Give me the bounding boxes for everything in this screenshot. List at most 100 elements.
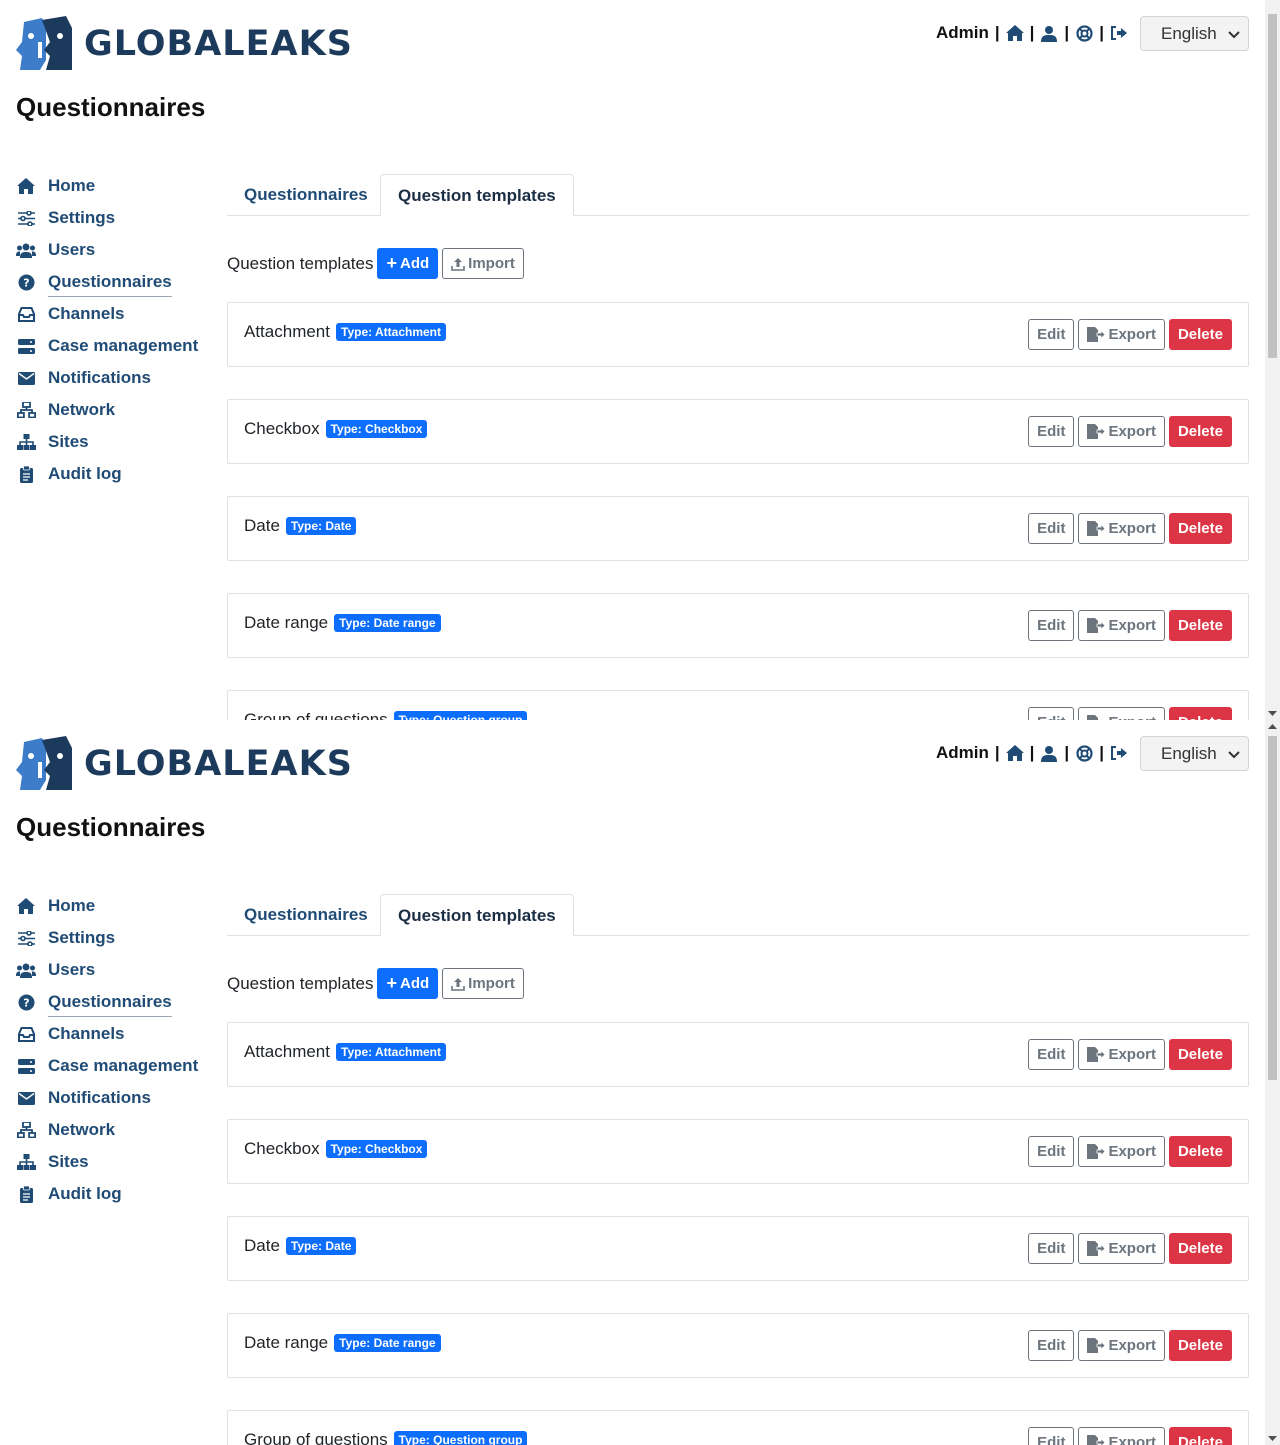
edit-button[interactable]: Edit <box>1028 513 1075 544</box>
delete-button[interactable]: Delete <box>1168 319 1232 350</box>
edit-button[interactable]: Edit <box>1028 1039 1075 1070</box>
home-icon[interactable] <box>1005 24 1024 42</box>
tab-question-templates[interactable]: Question templates <box>380 894 574 936</box>
sidebar-item-label: Sites <box>48 432 89 451</box>
edit-button[interactable]: Edit <box>1028 1330 1075 1361</box>
sidebar-item-network[interactable]: Network <box>16 394 216 426</box>
user-icon[interactable] <box>1040 744 1058 762</box>
delete-button[interactable]: Delete <box>1168 513 1232 544</box>
sidebar-item-notifications[interactable]: Notifications <box>16 1082 216 1114</box>
export-button[interactable]: Export <box>1078 707 1165 720</box>
template-name: Date range <box>244 1333 329 1352</box>
sidebar-item-label: Sites <box>48 1152 89 1171</box>
tab-questionnaires[interactable]: Questionnaires <box>227 894 385 936</box>
scroll-down-arrow-icon[interactable] <box>1268 708 1277 718</box>
file-export-icon <box>1087 424 1106 439</box>
scroll-up-arrow-icon[interactable] <box>1268 722 1277 732</box>
edit-button[interactable]: Edit <box>1028 707 1075 720</box>
delete-button[interactable]: Delete <box>1168 610 1232 641</box>
sidebar-item-users[interactable]: Users <box>16 234 216 266</box>
logout-icon[interactable] <box>1110 744 1128 762</box>
sidebar-item-label: Notifications <box>48 1088 151 1107</box>
tab-question-templates[interactable]: Question templates <box>380 174 574 216</box>
template-name: Date <box>244 1236 280 1255</box>
edit-button[interactable]: Edit <box>1028 319 1075 350</box>
question-templates-header: Question templates + Add Import <box>227 968 524 999</box>
sidebar-item-label: Questionnaires <box>48 272 172 297</box>
delete-button[interactable]: Delete <box>1168 1136 1232 1167</box>
sidebar-item-channels[interactable]: Channels <box>16 1018 216 1050</box>
export-button[interactable]: Export <box>1078 1039 1165 1070</box>
sidebar-item-users[interactable]: Users <box>16 954 216 986</box>
admin-label: Admin <box>936 23 989 42</box>
user-icon[interactable] <box>1040 24 1058 42</box>
sidebar-item-audit-log[interactable]: Audit log <box>16 458 216 490</box>
edit-button[interactable]: Edit <box>1028 610 1075 641</box>
language-select[interactable]: English <box>1140 16 1249 51</box>
language-select[interactable]: English <box>1140 736 1249 771</box>
section-title: Question templates <box>227 253 374 273</box>
import-button[interactable]: Import <box>442 968 524 999</box>
scrollbar-thumb[interactable] <box>1268 14 1277 358</box>
export-button[interactable]: Export <box>1078 513 1165 544</box>
sidebar-item-notifications[interactable]: Notifications <box>16 362 216 394</box>
export-button[interactable]: Export <box>1078 319 1165 350</box>
sidebar-item-network[interactable]: Network <box>16 1114 216 1146</box>
import-button[interactable]: Import <box>442 248 524 279</box>
delete-button[interactable]: Delete <box>1168 1427 1232 1445</box>
plus-icon: + <box>386 253 397 273</box>
file-export-icon <box>1087 1047 1106 1062</box>
delete-button[interactable]: Delete <box>1168 707 1232 720</box>
question-circle-icon: ? <box>16 994 36 1011</box>
logo-text: GLOBALEAKS <box>84 744 353 784</box>
scrollbar[interactable] <box>1265 0 1280 720</box>
edit-button[interactable]: Edit <box>1028 1136 1075 1167</box>
sidebar-item-sites[interactable]: Sites <box>16 426 216 458</box>
scrollbar[interactable] <box>1265 720 1280 1445</box>
template-name: Checkbox <box>244 1139 320 1158</box>
type-badge: Type: Date range <box>334 1334 441 1352</box>
delete-button[interactable]: Delete <box>1168 1233 1232 1264</box>
export-button[interactable]: Export <box>1078 610 1165 641</box>
add-button[interactable]: + Add <box>377 248 439 279</box>
export-button[interactable]: Export <box>1078 1233 1165 1264</box>
sidebar-item-questionnaires[interactable]: ? Questionnaires <box>16 986 216 1018</box>
sidebar-item-case-management[interactable]: Case management <box>16 1050 216 1082</box>
sidebar-item-settings[interactable]: Settings <box>16 202 216 234</box>
sidebar-item-audit-log[interactable]: Audit log <box>16 1178 216 1210</box>
export-button[interactable]: Export <box>1078 1136 1165 1167</box>
scrollbar-thumb[interactable] <box>1268 736 1277 1080</box>
edit-button[interactable]: Edit <box>1028 1233 1075 1264</box>
sidebar-item-home[interactable]: Home <box>16 170 216 202</box>
sidebar-item-questionnaires[interactable]: ? Questionnaires <box>16 266 216 298</box>
sidebar-item-sites[interactable]: Sites <box>16 1146 216 1178</box>
sidebar-item-home[interactable]: Home <box>16 890 216 922</box>
logout-icon[interactable] <box>1110 24 1128 42</box>
sitemap-icon <box>16 1154 36 1170</box>
sidebar: Home Settings Users ? Questionnaires Cha… <box>16 170 216 490</box>
lifebuoy-icon[interactable] <box>1075 24 1093 42</box>
delete-button[interactable]: Delete <box>1168 1039 1232 1070</box>
edit-button[interactable]: Edit <box>1028 1427 1075 1445</box>
lifebuoy-icon[interactable] <box>1075 744 1093 762</box>
export-button[interactable]: Export <box>1078 1330 1165 1361</box>
delete-button[interactable]: Delete <box>1168 416 1232 447</box>
sidebar-item-label: Network <box>48 400 116 419</box>
scroll-down-arrow-icon[interactable] <box>1268 1433 1277 1443</box>
sidebar-item-case-management[interactable]: Case management <box>16 330 216 362</box>
export-button[interactable]: Export <box>1078 1427 1165 1445</box>
globaleaks-logo[interactable]: GLOBALEAKS <box>16 16 353 72</box>
globaleaks-logo[interactable]: GLOBALEAKS <box>16 736 353 792</box>
tab-questionnaires[interactable]: Questionnaires <box>227 174 385 216</box>
template-card: Date Type: Date Edit Export Delete <box>227 496 1249 561</box>
sidebar-item-channels[interactable]: Channels <box>16 298 216 330</box>
type-badge: Type: Question group <box>393 1431 528 1445</box>
template-name: Attachment <box>244 1042 330 1061</box>
export-button[interactable]: Export <box>1078 416 1165 447</box>
sidebar-item-settings[interactable]: Settings <box>16 922 216 954</box>
add-button[interactable]: + Add <box>377 968 439 999</box>
upload-icon <box>451 257 465 271</box>
delete-button[interactable]: Delete <box>1168 1330 1232 1361</box>
edit-button[interactable]: Edit <box>1028 416 1075 447</box>
home-icon[interactable] <box>1005 744 1024 762</box>
